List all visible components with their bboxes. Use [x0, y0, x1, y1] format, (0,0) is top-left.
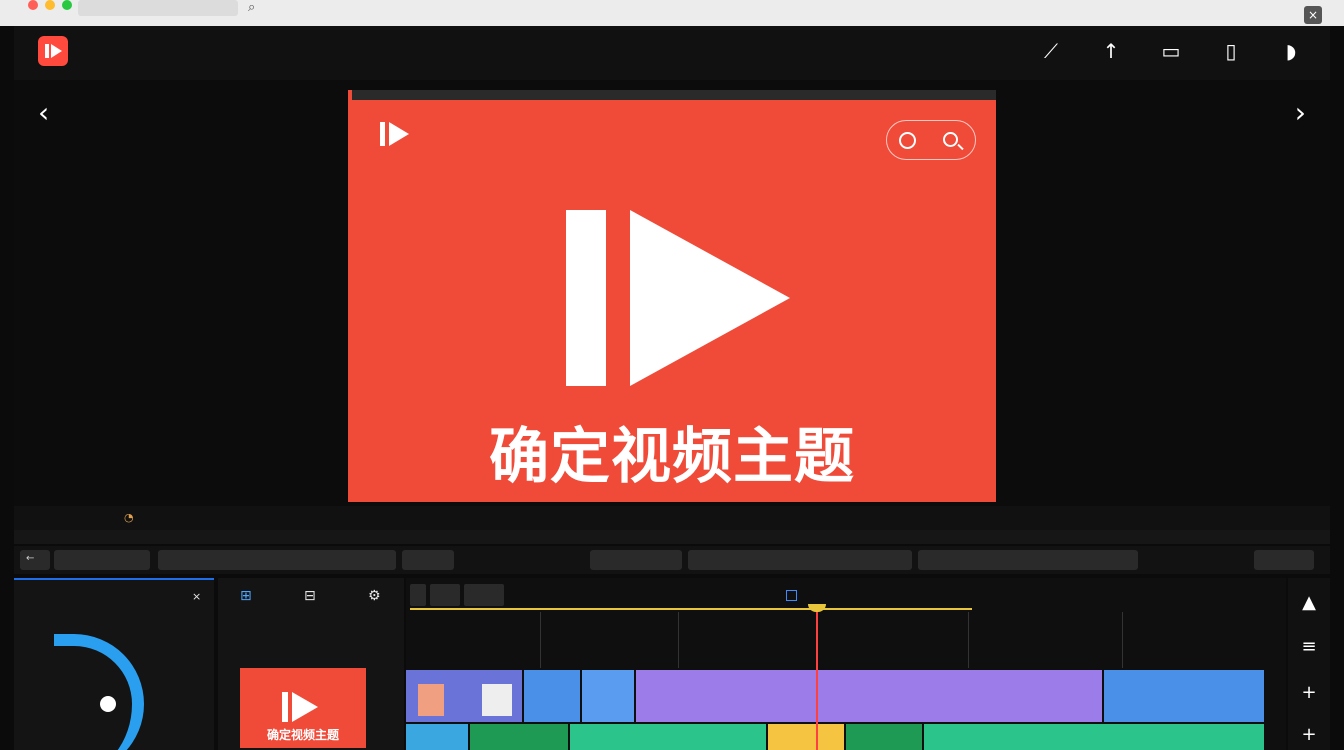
maximize-window-button[interactable]	[62, 0, 72, 10]
control-box-7[interactable]	[1254, 550, 1314, 570]
clip-subtitle[interactable]	[924, 724, 1264, 750]
clip-thumbnail[interactable]	[406, 670, 522, 722]
close-icon[interactable]: ×	[1304, 6, 1322, 24]
export-icon[interactable]: ▭	[1160, 40, 1182, 62]
grid-line	[1122, 612, 1123, 668]
clip-video[interactable]	[582, 670, 634, 722]
folder-icon[interactable]: ⊟	[304, 588, 316, 604]
control-box-5[interactable]	[688, 550, 912, 570]
close-window-button[interactable]	[28, 0, 38, 10]
timeline-button-1[interactable]	[410, 584, 426, 606]
clip-subtitle[interactable]	[470, 724, 568, 750]
circle-icon[interactable]	[899, 132, 916, 149]
clip-image	[418, 684, 444, 716]
magic-wand-icon[interactable]: ⟋	[1040, 40, 1062, 62]
close-icon[interactable]: ×	[192, 590, 201, 603]
status-bar: ◔	[14, 506, 1330, 530]
clip-audio[interactable]	[636, 670, 1102, 722]
clip-subtitle[interactable]	[406, 724, 468, 750]
timeline	[406, 578, 1286, 750]
clip-subtitle[interactable]	[768, 724, 844, 750]
app-header: ⟋ ↑ ▭ ▯ ◗	[14, 26, 1330, 80]
play-icon	[630, 210, 790, 386]
chrome-right-controls: ×	[1256, 6, 1322, 24]
url-bar[interactable]	[78, 0, 238, 16]
timeline-button-3[interactable]	[464, 584, 504, 606]
upload-icon[interactable]: ↑	[1100, 40, 1122, 62]
notification-icon[interactable]: ◗	[1280, 40, 1302, 62]
speed-knob[interactable]	[100, 696, 116, 712]
control-box-2[interactable]	[158, 550, 396, 570]
window-controls	[28, 0, 72, 10]
preview-stage: ‹ › 确定视频主题	[14, 80, 1330, 506]
preview-top-bar	[352, 90, 996, 100]
properties-tabs: ×	[14, 586, 214, 610]
clip-subtitle[interactable]	[846, 724, 922, 750]
control-box-3[interactable]	[402, 550, 454, 570]
timeline-checkbox[interactable]	[786, 588, 803, 601]
control-box-6[interactable]	[918, 550, 1138, 570]
media-panel: ⊞ ⊟ ⚙ 确定视频主题	[218, 578, 404, 750]
video-preview[interactable]: 确定视频主题	[348, 90, 996, 502]
timeline-button-2[interactable]	[430, 584, 460, 606]
status-left-icon: ◔	[124, 511, 134, 524]
playhead-handle[interactable]	[808, 604, 826, 612]
timeline-ruler[interactable]	[410, 608, 972, 610]
preview-pill	[886, 120, 976, 160]
back-icon[interactable]: ←	[20, 550, 50, 570]
timeline-toolbar	[410, 584, 504, 606]
settings-icon[interactable]: ⚙	[368, 588, 381, 604]
search-icon[interactable]: ⌕	[248, 0, 255, 15]
control-box-4[interactable]	[590, 550, 682, 570]
plus-icon[interactable]: +	[1298, 724, 1320, 746]
control-box-1[interactable]	[54, 550, 150, 570]
playhead[interactable]	[816, 606, 818, 750]
minimize-window-button[interactable]	[45, 0, 55, 10]
clip-video[interactable]	[524, 670, 580, 722]
speed-curve[interactable]	[54, 634, 144, 750]
preview-logo	[380, 122, 419, 146]
chevron-left-icon[interactable]: ‹	[38, 96, 49, 129]
side-toolbar: ▲ ≡ + +	[1288, 578, 1330, 750]
plus-icon[interactable]: +	[1298, 682, 1320, 704]
clip-subtitle[interactable]	[570, 724, 766, 750]
control-row: ←	[14, 546, 1330, 574]
clip-video[interactable]	[1104, 670, 1264, 722]
app-logo-icon	[38, 36, 68, 66]
media-library-icon[interactable]: ⊞	[240, 588, 252, 604]
preview-title: 确定视频主题	[489, 422, 855, 492]
play-icon-bar	[566, 210, 606, 386]
menu-icon[interactable]: ≡	[1298, 636, 1320, 658]
chevron-right-icon[interactable]: ›	[1295, 96, 1306, 129]
track-labels-row	[14, 530, 1330, 544]
media-thumbnail[interactable]: 确定视频主题	[240, 668, 366, 748]
properties-panel: ×	[14, 578, 214, 750]
header-toolbar: ⟋ ↑ ▭ ▯ ◗	[1040, 40, 1302, 62]
browser-chrome: ⌕ ×	[0, 0, 1344, 26]
warning-icon[interactable]: ▲	[1298, 592, 1320, 614]
grid-line	[540, 612, 541, 668]
search-icon[interactable]	[943, 132, 958, 147]
grid-line	[678, 612, 679, 668]
share-icon[interactable]: ▯	[1220, 40, 1242, 62]
thumbnail-caption: 确定视频主题	[266, 728, 339, 742]
grid-line	[968, 612, 969, 668]
clip-image	[482, 684, 512, 716]
